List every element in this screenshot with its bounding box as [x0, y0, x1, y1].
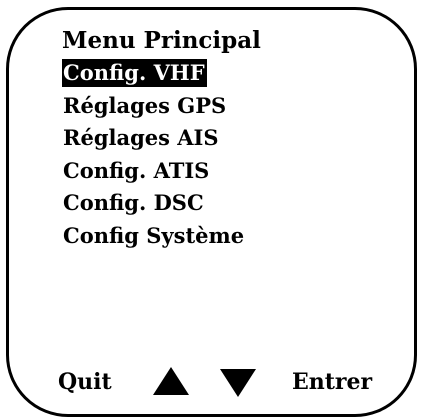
- menu-item-config-systeme[interactable]: Config Système: [62, 222, 246, 255]
- menu-item-reglages-gps[interactable]: Réglages GPS: [62, 92, 246, 125]
- menu-item-label: Config. VHF: [62, 59, 207, 87]
- menu-item-config-atis[interactable]: Config. ATIS: [62, 157, 246, 190]
- menu-item-config-dsc[interactable]: Config. DSC: [62, 189, 246, 222]
- softkey-bar: Quit Entrer: [0, 362, 425, 397]
- menu-item-label: Réglages AIS: [63, 125, 219, 150]
- menu-item-reglages-ais[interactable]: Réglages AIS: [62, 124, 246, 157]
- menu-item-label: Config Système: [63, 222, 245, 248]
- menu-item-label: Config. ATIS: [63, 157, 210, 183]
- arrow-up-icon[interactable]: [153, 367, 189, 395]
- quit-softkey[interactable]: Quit: [50, 368, 118, 396]
- menu-list: Config. VHF Réglages GPS Réglages AIS Co…: [62, 59, 246, 254]
- menu-item-label: Réglages GPS: [63, 92, 227, 118]
- enter-softkey[interactable]: Entrer: [286, 368, 377, 396]
- menu-item-config-vhf[interactable]: Config. VHF: [62, 59, 246, 92]
- menu-item-label: Config. DSC: [63, 190, 204, 215]
- menu-title: Menu Principal: [62, 27, 261, 54]
- arrow-down-icon[interactable]: [220, 369, 256, 397]
